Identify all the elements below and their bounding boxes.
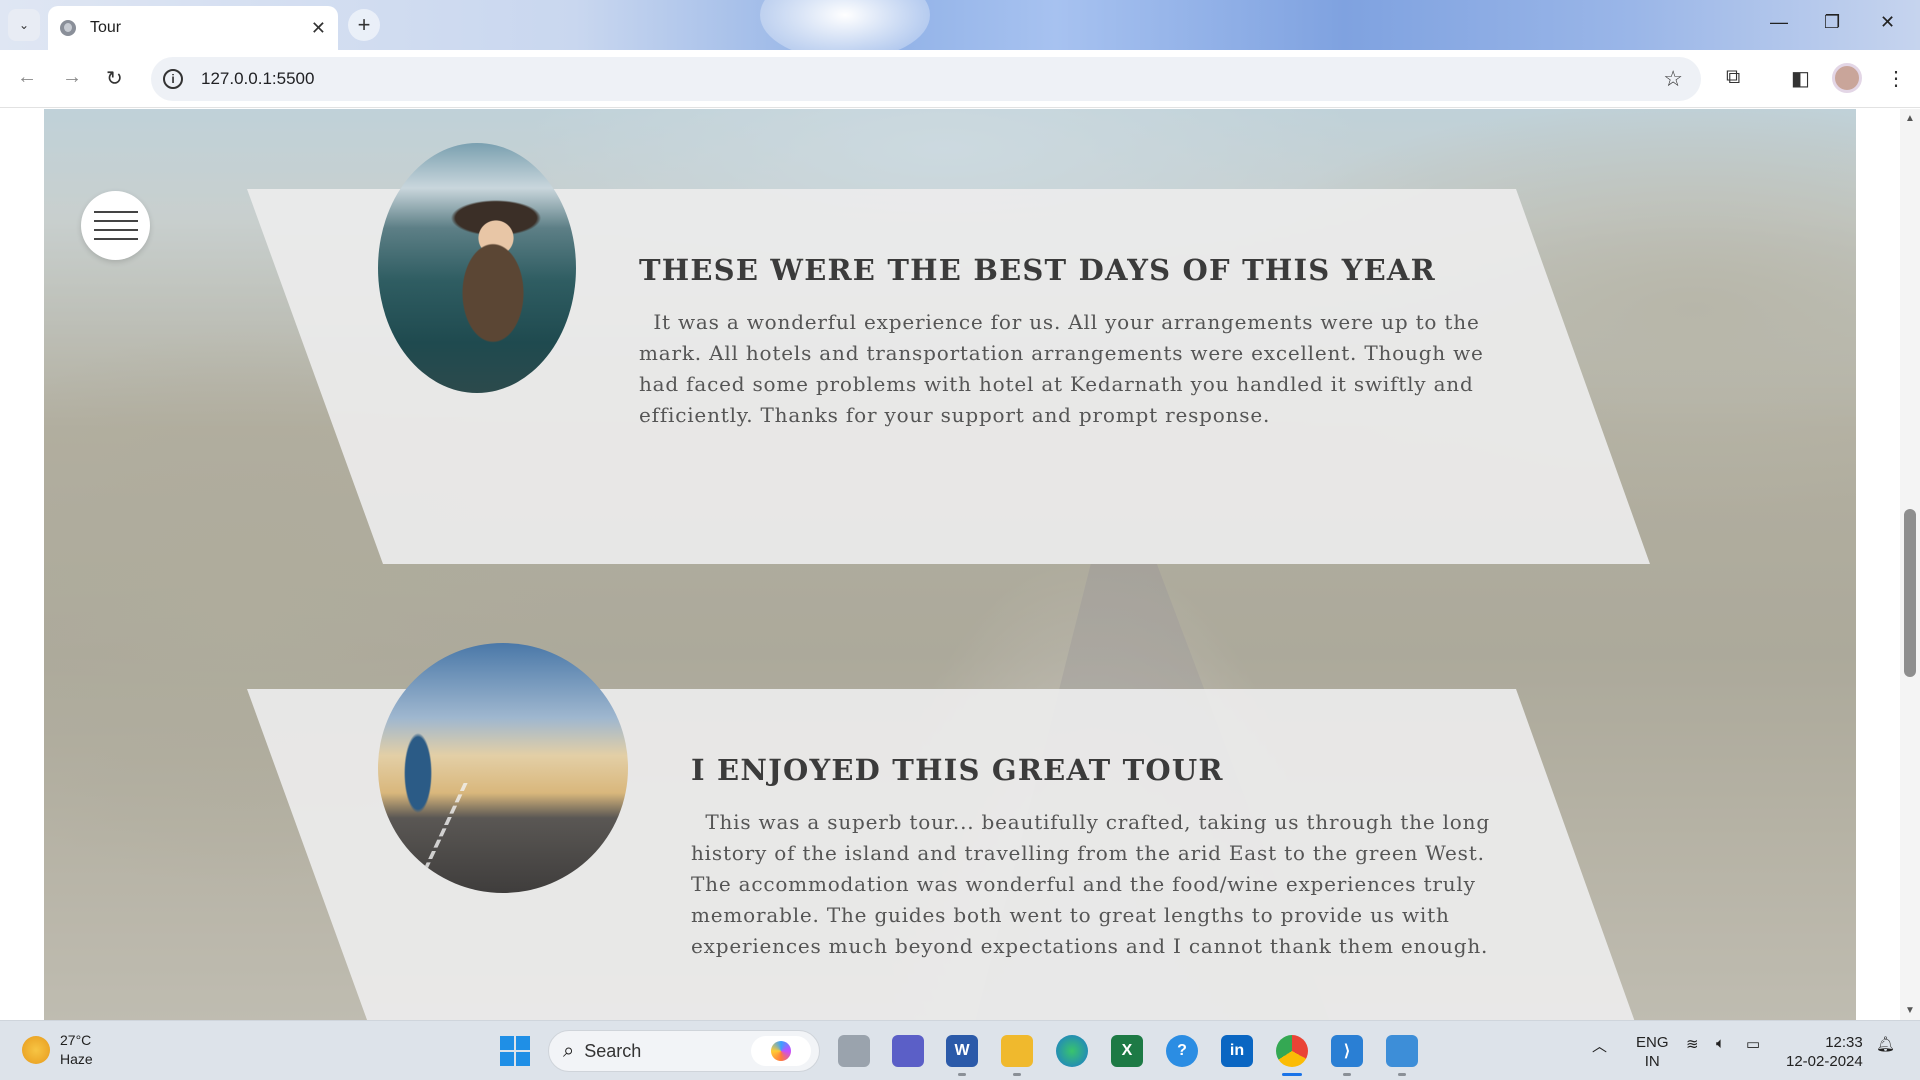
clock-date: 12-02-2024 — [1786, 1053, 1863, 1070]
hamburger-line — [93, 238, 138, 240]
globe-icon — [60, 20, 76, 36]
restore-icon[interactable]: ❐ — [1824, 12, 1840, 33]
notification-icon[interactable]: 🔔︎ — [1876, 1035, 1895, 1053]
chrome-icon[interactable] — [1276, 1035, 1308, 1067]
hamburger-line — [93, 211, 138, 213]
testimonial-photo-traveler — [378, 643, 628, 893]
haze-icon — [22, 1036, 50, 1064]
wallpaper-cloud — [760, 0, 930, 50]
hamburger-icon[interactable] — [81, 191, 150, 260]
copilot-icon[interactable] — [751, 1036, 811, 1066]
back-icon[interactable]: ← — [17, 66, 37, 89]
running-indicator — [1013, 1073, 1021, 1076]
tab-title: Tour — [90, 19, 122, 36]
chevron-up-icon[interactable]: ︿ — [1592, 1035, 1607, 1056]
region-code: IN — [1644, 1053, 1660, 1070]
url-text: 127.0.0.1:5500 — [201, 69, 315, 88]
info-icon[interactable]: i — [163, 69, 183, 89]
photos-icon[interactable] — [1386, 1035, 1418, 1067]
weather-widget[interactable]: 27°C Haze — [22, 1031, 93, 1069]
new-tab-button[interactable]: + — [348, 9, 380, 41]
forward-icon[interactable]: → — [62, 66, 82, 89]
scrollbar-thumb[interactable] — [1904, 509, 1916, 677]
menu-dots-icon[interactable]: ⋮ — [1886, 66, 1906, 91]
testimonial-text: It was a wonderful experience for us. Al… — [639, 310, 1484, 427]
edge-icon[interactable] — [1056, 1035, 1088, 1067]
running-indicator — [1343, 1073, 1351, 1076]
testimonial-title: THESE WERE THE BEST DAYS OF THIS YEAR — [639, 253, 1436, 287]
wifi-icon[interactable]: ≋ — [1686, 1035, 1699, 1053]
scroll-up-icon[interactable]: ▲ — [1905, 113, 1915, 124]
hamburger-line — [93, 220, 138, 222]
file-explorer-icon[interactable] — [1001, 1035, 1033, 1067]
taskbar-search[interactable]: ⌕ Search — [548, 1030, 820, 1072]
vscode-icon[interactable]: ⟩ — [1331, 1035, 1363, 1067]
tab-strip: ⌄ Tour ✕ + — ❐ ✕ — [0, 0, 1920, 50]
weather-temp: 27°C — [60, 1032, 92, 1048]
testimonial-text: This was a superb tour... beautifully cr… — [691, 810, 1490, 958]
weather-condition: Haze — [60, 1051, 93, 1067]
close-icon[interactable]: ✕ — [311, 18, 326, 39]
word-icon[interactable]: W — [946, 1035, 978, 1067]
extensions-icon[interactable]: ⧉ — [1726, 66, 1740, 89]
search-label: Search — [584, 1040, 642, 1061]
task-view-icon[interactable] — [838, 1035, 870, 1067]
excel-icon[interactable]: X — [1111, 1035, 1143, 1067]
address-bar[interactable]: i 127.0.0.1:5500 ☆ — [151, 57, 1701, 101]
taskbar: 27°C Haze ⌕ Search W X ? in ⟩ ︿ ENG IN ≋… — [0, 1020, 1920, 1080]
lang-code: ENG — [1636, 1034, 1669, 1051]
testimonial-photo-woman — [378, 143, 576, 393]
search-icon: ⌕ — [563, 1039, 575, 1062]
window-close-icon[interactable]: ✕ — [1880, 12, 1895, 33]
running-indicator — [958, 1073, 966, 1076]
avatar[interactable] — [1832, 63, 1862, 93]
browser-tab[interactable]: Tour ✕ — [48, 6, 338, 50]
photo-road-line — [412, 783, 584, 893]
scroll-down-icon[interactable]: ▼ — [1905, 1005, 1915, 1016]
clock-time: 12:33 — [1825, 1034, 1863, 1051]
battery-icon[interactable]: ▭ — [1746, 1035, 1760, 1053]
star-icon[interactable]: ☆ — [1663, 66, 1683, 92]
running-indicator — [1398, 1073, 1406, 1076]
teams-icon[interactable] — [892, 1035, 924, 1067]
volume-icon[interactable]: 🔈︎ — [1716, 1035, 1725, 1052]
help-icon[interactable]: ? — [1166, 1035, 1198, 1067]
active-indicator — [1282, 1073, 1302, 1076]
tab-dropdown-icon[interactable]: ⌄ — [8, 9, 40, 41]
system-clock[interactable]: 12:33 12-02-2024 — [1786, 1033, 1863, 1071]
windows-start-icon[interactable] — [500, 1036, 530, 1066]
testimonial-title: I ENJOYED THIS GREAT TOUR — [691, 753, 1224, 787]
hamburger-line — [93, 229, 138, 231]
linkedin-icon[interactable]: in — [1221, 1035, 1253, 1067]
reload-icon[interactable]: ↻ — [106, 66, 123, 91]
sidepanel-icon[interactable]: ◧ — [1791, 66, 1810, 91]
minimize-icon[interactable]: — — [1770, 12, 1788, 33]
language-indicator[interactable]: ENG IN — [1636, 1033, 1669, 1071]
page-scrollbar[interactable]: ▲ ▼ — [1900, 109, 1920, 1020]
